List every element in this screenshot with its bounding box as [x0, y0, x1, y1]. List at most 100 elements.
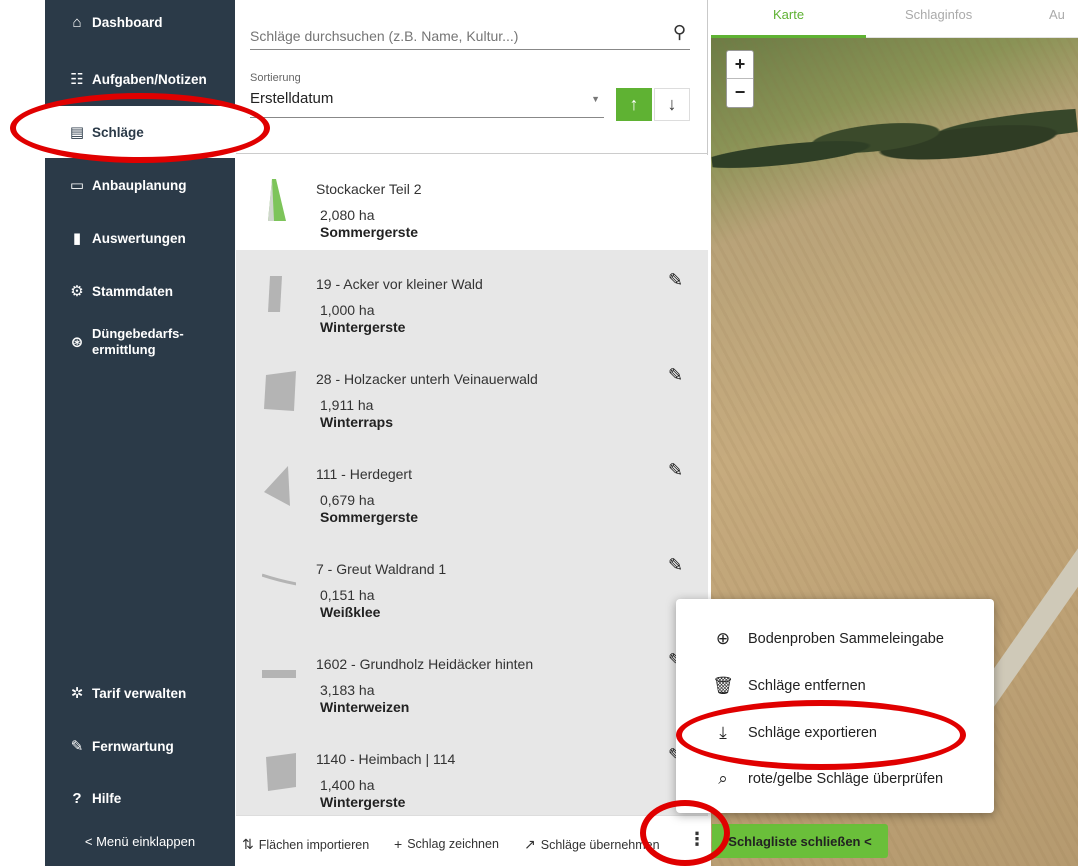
- sidebar-item-label: Aufgaben/Notizen: [92, 71, 207, 87]
- sidebar-item-remote[interactable]: ✎ Fernwartung: [45, 737, 235, 755]
- sort-label: Sortierung: [250, 72, 301, 84]
- sidebar-item-label: Düngebedarfs-: [92, 326, 184, 341]
- menu-item-label: rote/gelbe Schläge überprüfen: [748, 771, 944, 787]
- import-label: Flächen importieren: [258, 837, 370, 852]
- search-input[interactable]: [250, 28, 650, 44]
- tree-line: [711, 89, 1078, 197]
- help-icon: ?: [72, 790, 82, 807]
- close-field-list-button[interactable]: Schlagliste schließen <: [712, 824, 888, 858]
- clipboard-icon: ▤: [69, 124, 85, 141]
- list-item[interactable]: Stockacker Teil 2 2,080 ha Sommergerste: [236, 155, 708, 250]
- plus-icon: +: [394, 836, 403, 852]
- list-item[interactable]: 28 - Holzacker unterh Veinauerwald 1,911…: [236, 345, 708, 440]
- sidebar-item-label: Anbauplanung: [92, 177, 187, 193]
- tariff-gear-icon: ✲: [70, 685, 84, 702]
- field-area: 0,679 ha: [320, 492, 375, 508]
- sidebar-item-fields[interactable]: ▤ Schläge: [45, 106, 235, 158]
- edit-icon[interactable]: ✎: [668, 460, 683, 481]
- field-shape-icon: [264, 466, 290, 506]
- menu-item-label: Bodenproben Sammeleingabe: [748, 631, 944, 647]
- list-footer: ⇅ Flächen importieren + Schlag zeichnen …: [236, 815, 708, 866]
- bar-chart-icon: ▮: [72, 230, 82, 247]
- zoom-in-button[interactable]: +: [727, 51, 753, 79]
- zoom-out-button[interactable]: −: [727, 79, 753, 107]
- sort-value: Erstelldatum: [250, 90, 334, 107]
- home-icon: ⌂: [72, 14, 82, 31]
- list-item[interactable]: 19 - Acker vor kleiner Wald 1,000 ha Win…: [236, 250, 708, 345]
- tab-field-info[interactable]: Schlaginfos: [905, 7, 972, 22]
- search-check-icon: ⌕: [718, 769, 728, 788]
- sort-select[interactable]: Erstelldatum ▼: [250, 90, 604, 118]
- delete-list-icon: 🗑: [712, 676, 734, 695]
- remote-icon: ✎: [70, 738, 84, 755]
- search-icon[interactable]: ⚲: [673, 22, 686, 43]
- sidebar-item-reports[interactable]: ▮ Auswertungen: [45, 229, 235, 247]
- draw-label: Schlag zeichnen: [407, 837, 499, 851]
- sidebar-item-label: Tarif verwalten: [92, 685, 187, 701]
- tab-more[interactable]: Au: [1049, 7, 1065, 22]
- field-name: 1602 - Grundholz Heidäcker hinten: [316, 656, 534, 672]
- field-list-panel: ⚲ Sortierung Erstelldatum ▼ ↑ ↓ Stockack…: [236, 0, 708, 866]
- list-item[interactable]: 1602 - Grundholz Heidäcker hinten 3,183 …: [236, 630, 708, 725]
- field-crop: Weißklee: [320, 604, 381, 620]
- field-shape-icon: [268, 276, 282, 312]
- sidebar-item-fertilizer[interactable]: ⊛ Düngebedarfs- ermittlung: [45, 326, 235, 358]
- edit-icon[interactable]: ✎: [668, 555, 683, 576]
- more-options-menu: ⊕ Bodenproben Sammeleingabe 🗑 Schläge en…: [676, 599, 994, 813]
- chevron-down-icon: ▼: [591, 94, 600, 104]
- field-shape-icon: [262, 670, 296, 678]
- menu-item-check-fields[interactable]: ⌕ rote/gelbe Schläge überprüfen: [676, 769, 994, 789]
- menu-item-soil-samples[interactable]: ⊕ Bodenproben Sammeleingabe: [676, 629, 994, 649]
- sidebar-item-help[interactable]: ? Hilfe: [45, 790, 235, 807]
- field-shape-icon: [264, 371, 296, 411]
- field-name: 111 - Herdegert: [316, 466, 412, 482]
- sort-descending-button[interactable]: ↓: [654, 88, 690, 121]
- menu-item-label: Schläge exportieren: [748, 725, 877, 741]
- field-area: 1,400 ha: [320, 777, 375, 793]
- menu-item-export-fields[interactable]: ⤓ Schläge exportieren: [676, 723, 994, 743]
- field-name: Stockacker Teil 2: [316, 181, 422, 197]
- divider: [236, 153, 708, 154]
- edit-icon[interactable]: ✎: [668, 270, 683, 291]
- field-name: 1140 - Heimbach | 114: [316, 751, 456, 767]
- menu-item-label: Schläge entfernen: [748, 678, 866, 694]
- sidebar-item-label: Fernwartung: [92, 738, 174, 754]
- take-over-label: Schläge übernehmen: [540, 837, 660, 852]
- field-area: 1,000 ha: [320, 302, 375, 318]
- sidebar-item-label: Hilfe: [92, 791, 122, 806]
- open-external-icon: ↗: [524, 836, 536, 852]
- menu-item-remove-fields[interactable]: 🗑 Schläge entfernen: [676, 676, 994, 696]
- sidebar-item-dashboard[interactable]: ⌂ Dashboard: [45, 14, 235, 31]
- sidebar-item-tariff[interactable]: ✲ Tarif verwalten: [45, 684, 235, 702]
- take-over-fields-button[interactable]: ↗ Schläge übernehmen: [524, 836, 660, 853]
- sidebar-item-master-data[interactable]: ⚙ Stammdaten: [45, 282, 235, 300]
- sidebar: ⌂ Dashboard ☷ Aufgaben/Notizen ▤ Schläge…: [45, 0, 235, 866]
- collapse-menu-button[interactable]: < Menü einklappen: [45, 834, 235, 849]
- edit-icon[interactable]: ✎: [668, 365, 683, 386]
- draw-field-button[interactable]: + Schlag zeichnen: [394, 836, 499, 852]
- sort-ascending-button[interactable]: ↑: [616, 88, 652, 121]
- map-tabs: Karte Schlaginfos Au: [711, 0, 1078, 38]
- field-shape-icon: [266, 753, 296, 791]
- sidebar-item-tasks[interactable]: ☷ Aufgaben/Notizen: [45, 70, 235, 88]
- list-item[interactable]: 1140 - Heimbach | 114 1,400 ha Winterger…: [236, 725, 708, 815]
- field-crop: Winterraps: [320, 414, 394, 430]
- field-area: 0,151 ha: [320, 587, 375, 603]
- field-crop: Winterweizen: [320, 699, 410, 715]
- field-crop: Sommergerste: [320, 224, 419, 240]
- field-area: 1,911 ha: [320, 397, 374, 413]
- list-item[interactable]: 7 - Greut Waldrand 1 0,151 ha Weißklee ✎: [236, 535, 708, 630]
- more-options-button[interactable]: ⋮: [688, 829, 706, 850]
- tab-map[interactable]: Karte: [773, 7, 804, 22]
- sidebar-item-label: Schläge: [92, 124, 144, 140]
- sidebar-item-label-line2: ermittlung: [92, 342, 156, 357]
- field-shape-icon: [268, 179, 286, 221]
- field-crop: Wintergerste: [320, 319, 406, 335]
- list-item[interactable]: 111 - Herdegert 0,679 ha Sommergerste ✎: [236, 440, 708, 535]
- tasks-icon: ☷: [70, 71, 84, 88]
- sidebar-item-crop-planning[interactable]: ▭ Anbauplanung: [45, 176, 235, 194]
- import-fields-button[interactable]: ⇅ Flächen importieren: [242, 836, 369, 853]
- field-area: 2,080 ha: [320, 207, 375, 223]
- field-crop: Wintergerste: [320, 794, 406, 810]
- field-name: 28 - Holzacker unterh Veinauerwald: [316, 371, 538, 387]
